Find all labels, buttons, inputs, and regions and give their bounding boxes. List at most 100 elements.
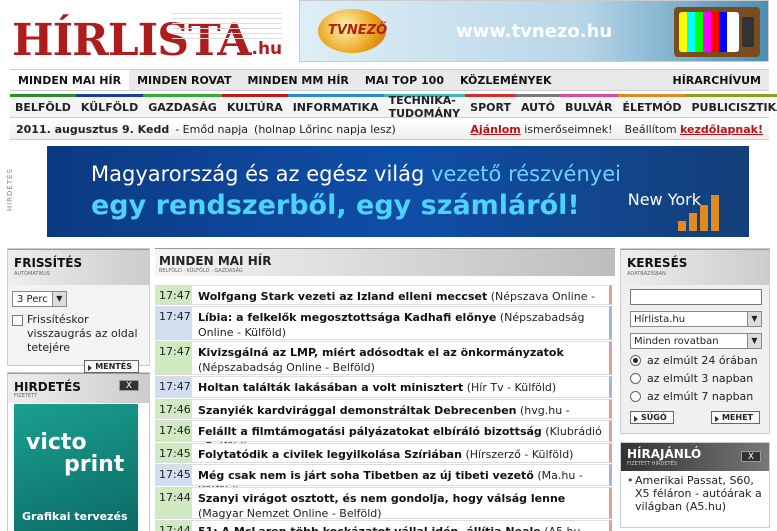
recommender-title: HÍRAJÁNLÓ (627, 447, 702, 461)
top-ad-banner[interactable]: TVNEZŐ www.tvnezo.hu (299, 0, 769, 62)
checkbox-icon[interactable] (12, 315, 23, 326)
nav-all-sections[interactable]: MINDEN ROVAT (129, 70, 239, 90)
news-headline[interactable]: Szanyiék kardvirággal demonstráltak Debr… (198, 404, 516, 417)
recommender-item[interactable]: • Amerikai Passat, S60, X5 féláron - aut… (621, 471, 769, 513)
news-item[interactable]: 17:47 Líbia: a felkelők megosztottsága Ka… (155, 306, 612, 340)
refresh-interval-value: 3 Perc (17, 293, 48, 305)
stocks-banner[interactable]: Magyarország és az egész világ vezető ré… (47, 146, 749, 237)
save-button[interactable]: MENTÉS (84, 360, 139, 373)
site-logo[interactable]: HÍRLISTA .hu (12, 7, 282, 65)
news-headline[interactable]: Szanyi virágot osztott, és nem gondolja,… (198, 492, 565, 505)
recommend-link[interactable]: Ajánlom (470, 123, 520, 136)
search-input[interactable] (630, 289, 762, 305)
section-select[interactable]: Minden rovatban ▼ (630, 333, 762, 349)
date-bar: 2011. augusztus 9. Kedd - Emőd napja (ho… (10, 120, 769, 140)
set-homepage-link[interactable]: kezdőlapnak! (680, 123, 763, 136)
top-ad-badge-text: TVNEZŐ (328, 23, 388, 38)
radio-icon[interactable] (630, 355, 641, 366)
nav-top100[interactable]: MAI TOP 100 (357, 70, 452, 90)
refresh-interval-select[interactable]: 3 Perc ▼ (12, 291, 67, 307)
news-recommender: HÍRAJÁNLÓ FIZETETT HÍRDETÉS X • Amerikai… (620, 442, 770, 528)
site-select[interactable]: Hírlista.hu ▼ (630, 311, 762, 327)
current-date: 2011. augusztus 9. Kedd (16, 123, 170, 136)
news-headline[interactable]: Kivizsgálná az LMP, miért adósodtak el a… (198, 346, 564, 359)
recommender-subtitle: FIZETETT HÍRDETÉS (627, 461, 677, 467)
news-time: 17:44 (156, 521, 192, 531)
recommender-header: HÍRAJÁNLÓ FIZETETT HÍRDETÉS X (621, 443, 769, 471)
cat-belfold[interactable]: BELFÖLD (10, 94, 76, 117)
news-headline[interactable]: Folytatódik a civilek legyilkolása Szíri… (198, 448, 462, 461)
cat-eletmod[interactable]: ÉLETMÓD (617, 94, 687, 117)
cat-kulfold[interactable]: KÜLFÖLD (75, 94, 144, 117)
search-box: KERESÉS ADATBÁZISBAN Hírlista.hu ▼ Minde… (620, 248, 770, 434)
news-text: Wolfgang Stark vezeti az Izland elleni m… (192, 286, 609, 318)
news-item[interactable]: 17:44 Szanyi virágot osztott, és nem gond… (155, 487, 612, 520)
news-time: 17:47 (156, 286, 192, 304)
cat-sport[interactable]: SPORT (465, 94, 516, 117)
cat-informatika[interactable]: INFORMATIKA (287, 94, 384, 117)
news-headline[interactable]: Még csak nem is járt soha Tibetben az új… (198, 469, 534, 482)
news-item[interactable]: 17:47 Holtan találták lakásában a volt mi… (155, 376, 612, 398)
cat-gazdasag[interactable]: GAZDASÁG (143, 94, 222, 117)
refresh-title: FRISSÍTÉS (14, 256, 83, 270)
search-go-button[interactable]: MEHET (710, 411, 760, 424)
close-recommender-button[interactable]: X (741, 451, 761, 462)
tv-icon (674, 7, 760, 57)
banner-chart-icon (678, 195, 719, 231)
radio-icon[interactable] (630, 391, 641, 402)
news-title: MINDEN MAI HÍR (159, 254, 272, 268)
refresh-header: FRISSÍTÉS AUTOMATIKUS (8, 249, 149, 285)
news-source: (Magyar Nemzet Online - Belföld) (198, 507, 382, 520)
news-item[interactable]: 17:47 Wolfgang Stark vezeti az Izland ell… (155, 285, 612, 318)
banner-line1: Magyarország és az egész világ vezető ré… (91, 162, 621, 186)
site-select-value: Hírlista.hu (634, 313, 686, 325)
radio-7d[interactable]: az elmúlt 7 napban (630, 390, 760, 403)
news-headline[interactable]: Felállt a filmtámogatási pályázatokat el… (198, 425, 542, 438)
vertical-scrollbar[interactable] (770, 243, 777, 531)
search-header: KERESÉS ADATBÁZISBAN (621, 249, 769, 285)
help-button[interactable]: SÚGÓ (630, 411, 674, 424)
news-text: 51: A McLaren több kockázatot vállal idé… (192, 521, 609, 531)
news-headline[interactable]: 51: A McLaren több kockázatot vállal idé… (198, 525, 541, 531)
cat-publicisztika[interactable]: PUBLICISZTIKA (686, 94, 777, 117)
nav-announcements[interactable]: KÖZLEMÉNYEK (452, 70, 560, 90)
nav-archive[interactable]: HÍRARCHÍVUM (664, 70, 769, 90)
news-item[interactable]: 17:46 Felállt a filmtámogatási pályázatok… (155, 420, 612, 453)
logo-suffix: .hu (251, 39, 283, 59)
right-column: KERESÉS ADATBÁZISBAN Hírlista.hu ▼ Minde… (620, 248, 770, 531)
news-item[interactable]: 17:45 Folytatódik a civilek legyilkolása … (155, 443, 612, 463)
radio-3d[interactable]: az elmúlt 3 napban (630, 372, 760, 385)
news-time: 17:45 (156, 465, 192, 485)
news-text: Holtan találták lakásában a volt miniszt… (192, 377, 562, 397)
close-ad-button[interactable]: X (119, 380, 139, 391)
news-header: MINDEN MAI HÍR BELFÖLD · KÜLFÖLD · GAZDA… (155, 248, 615, 276)
news-headline[interactable]: Holtan találták lakásában a volt miniszt… (198, 381, 463, 394)
news-text: Szanyi virágot osztott, és nem gondolja,… (192, 488, 609, 520)
news-text: Szanyiék kardvirággal demonstráltak Debr… (192, 400, 609, 432)
cat-bulvar[interactable]: BULVÁR (559, 94, 618, 117)
recommender-item-text: Amerikai Passat, S60, X5 féláron - autóá… (635, 474, 762, 513)
news-text: Felállt a filmtámogatási pályázatokat el… (192, 421, 609, 453)
nav-all-today[interactable]: MINDEN MAI HÍR (10, 70, 130, 90)
news-item[interactable]: 17:46 Szanyiék kardvirággal demonstráltak… (155, 399, 612, 432)
news-headline[interactable]: Wolfgang Stark vezeti az Izland elleni m… (198, 290, 487, 303)
nav-all-mm[interactable]: MINDEN MM HÍR (239, 70, 356, 90)
news-headline[interactable]: Líbia: a felkelők megosztottsága Kadhafi… (198, 311, 496, 324)
news-text: Kivizsgálná az LMP, miért adósodtak el a… (192, 342, 609, 374)
news-item[interactable]: 17:47 Kivizsgálná az LMP, miért adósodtak… (155, 341, 612, 375)
scroll-top-checkbox[interactable]: Frissítéskor visszaugrás az oldal tetejé… (12, 313, 145, 355)
chevron-down-icon: ▼ (747, 334, 761, 348)
news-time: 17:45 (156, 444, 192, 462)
news-text: Folytatódik a civilek legyilkolása Szíri… (192, 444, 579, 462)
news-item[interactable]: 17:45 Még csak nem is járt soha Tibetben … (155, 464, 612, 497)
search-title: KERESÉS (627, 256, 688, 270)
news-time: 17:47 (156, 377, 192, 397)
radio-24h[interactable]: az elmúlt 24 órában (630, 354, 760, 367)
news-time: 17:47 (156, 307, 192, 339)
cat-kultura[interactable]: KULTÚRA (221, 94, 288, 117)
radio-icon[interactable] (630, 373, 641, 384)
news-item[interactable]: 17:44 51: A McLaren több kockázatot válla… (155, 520, 612, 531)
cat-auto[interactable]: AUTÓ (515, 94, 560, 117)
news-time: 17:46 (156, 421, 192, 441)
cat-technika[interactable]: TECHNIKA-TUDOMÁNY (383, 94, 466, 120)
